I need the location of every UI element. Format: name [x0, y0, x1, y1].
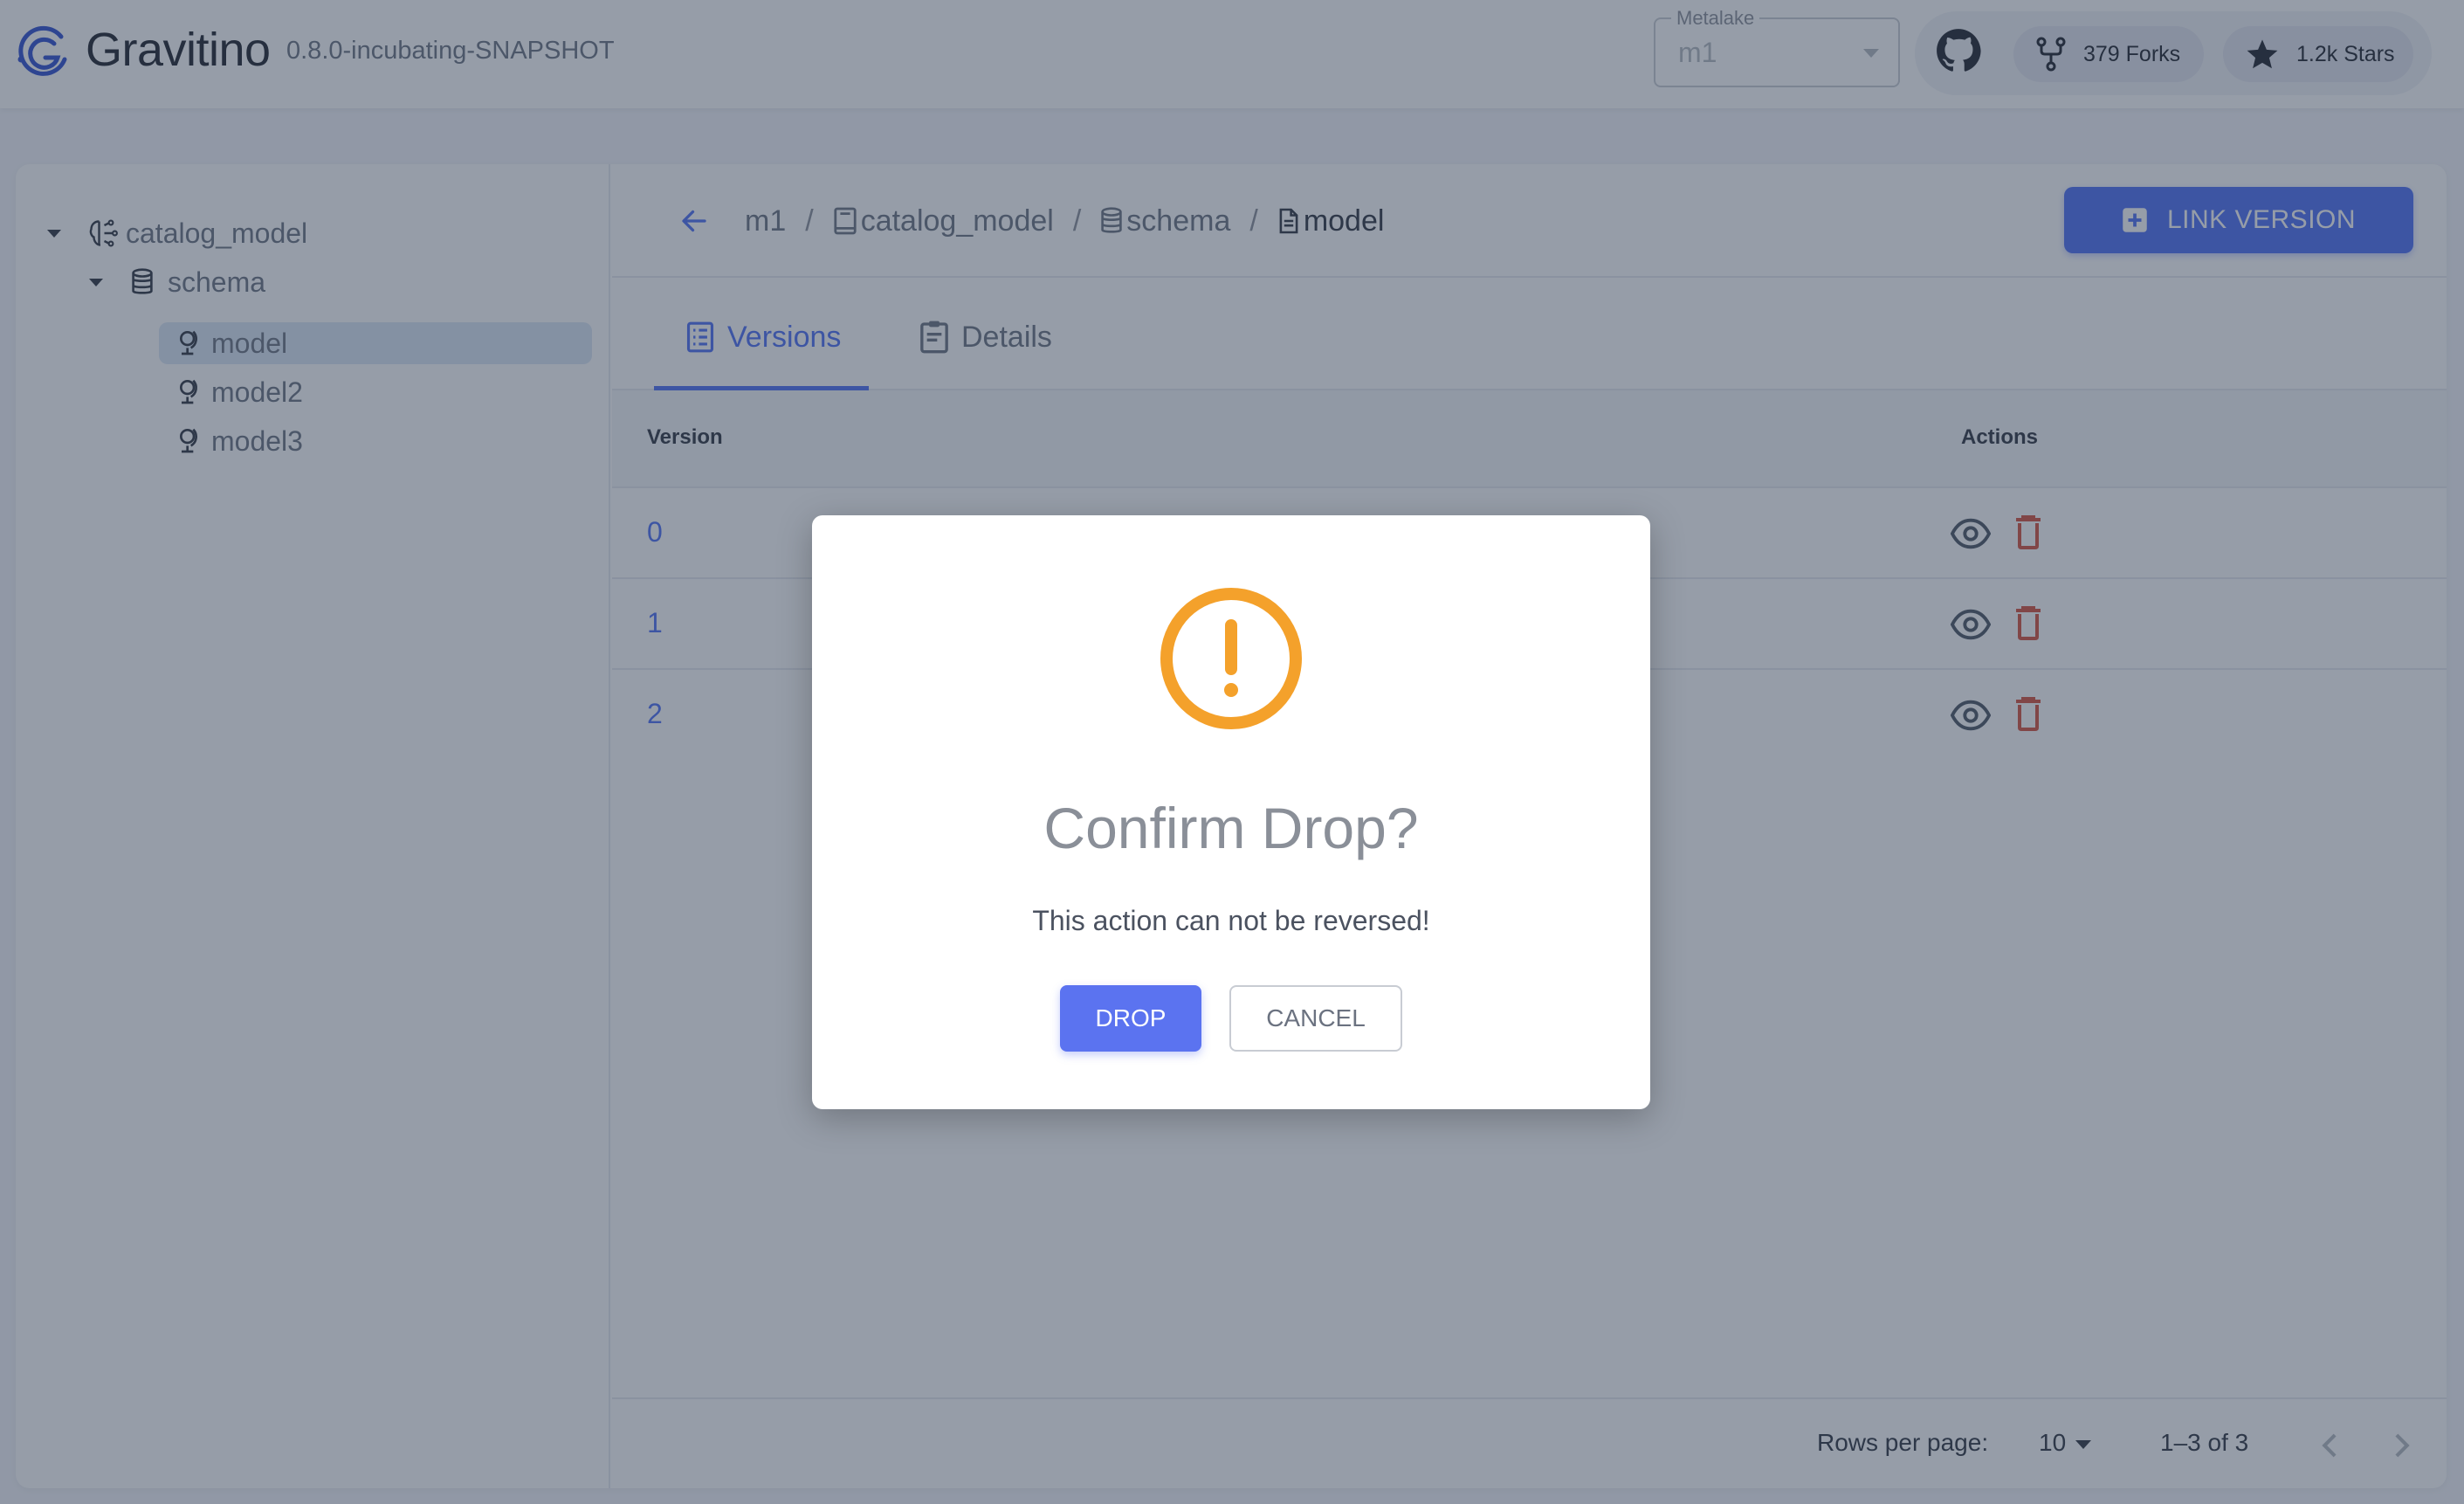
drop-button[interactable]: DROP: [1060, 985, 1201, 1052]
warning-icon: [1160, 588, 1302, 729]
dialog-message: This action can not be reversed!: [1032, 905, 1430, 936]
confirm-drop-dialog: Confirm Drop? This action can not be rev…: [812, 515, 1650, 1109]
cancel-button[interactable]: CANCEL: [1229, 985, 1402, 1052]
dialog-title: Confirm Drop?: [1043, 796, 1419, 860]
